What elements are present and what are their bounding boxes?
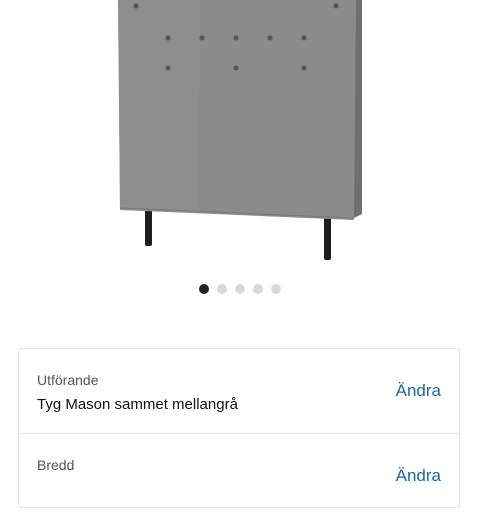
product-options-card: Utförande Tyg Mason sammet mellangrå Änd… (18, 348, 460, 508)
tuft-button (233, 65, 239, 71)
option-label-width: Bredd (37, 457, 75, 473)
option-row-finish: Utförande Tyg Mason sammet mellangrå Änd… (19, 349, 459, 433)
product-image[interactable] (0, 0, 480, 272)
tuft-button (165, 65, 171, 71)
carousel-dot-3[interactable] (235, 284, 245, 294)
option-row-width: Bredd Ändra (19, 433, 459, 517)
change-width-link[interactable]: Ändra (396, 466, 441, 486)
tuft-button (165, 35, 171, 41)
tuft-button (133, 3, 139, 9)
option-value-finish: Tyg Mason sammet mellangrå (37, 396, 238, 413)
tuft-button (267, 35, 273, 41)
headboard-illustration (118, 0, 362, 260)
change-finish-link[interactable]: Ändra (396, 381, 441, 401)
carousel-dot-1[interactable] (199, 284, 209, 294)
tuft-button (301, 35, 307, 41)
tuft-button (233, 35, 239, 41)
tuft-button (199, 35, 205, 41)
carousel-dot-5[interactable] (271, 284, 281, 294)
carousel-dot-2[interactable] (217, 284, 227, 294)
carousel-dots (0, 284, 480, 294)
option-label-finish: Utförande (37, 372, 99, 388)
tuft-button (333, 3, 339, 9)
tuft-button (301, 65, 307, 71)
carousel-dot-4[interactable] (253, 284, 263, 294)
